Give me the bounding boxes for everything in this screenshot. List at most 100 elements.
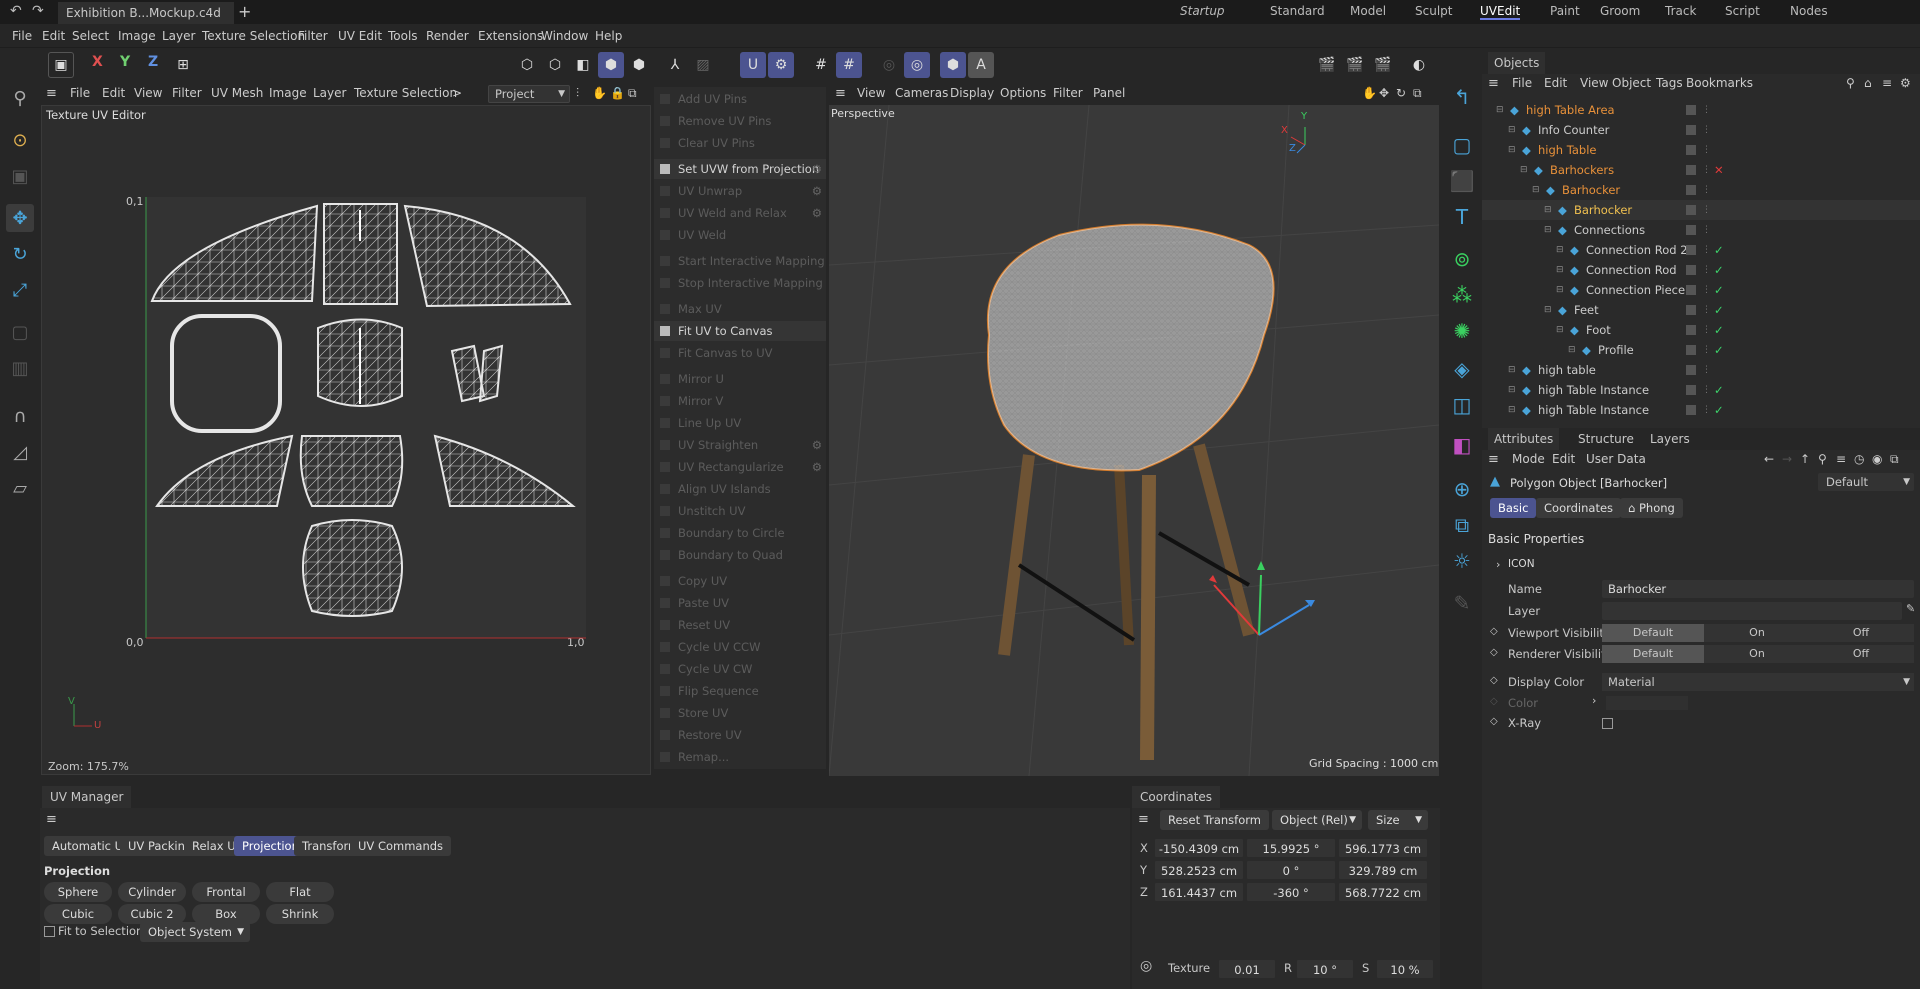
expand-icon[interactable]: ⊟ (1544, 200, 1552, 220)
gear-icon[interactable]: ⚙ (812, 159, 822, 179)
axis-z-lock[interactable]: Z (148, 54, 158, 70)
render-dots[interactable]: ⋮ (1702, 200, 1711, 220)
undo-icon[interactable]: ↶ (10, 3, 22, 19)
histogram-icon[interactable]: ⫶ (576, 86, 579, 101)
renderer-vis-on[interactable]: On (1706, 645, 1808, 663)
object-mode-icon[interactable]: ▣ (48, 52, 74, 78)
visibility-toggle[interactable] (1686, 385, 1696, 395)
object-name[interactable]: Barhocker (1562, 180, 1620, 200)
viewport-menu-view[interactable]: View (857, 86, 885, 100)
enabled-check-icon[interactable]: ✓ (1714, 280, 1724, 300)
menu-tools[interactable]: Tools (388, 29, 418, 43)
object-row-foot[interactable]: ⊟ ◆ Foot ⋮ ✓ (1482, 320, 1920, 340)
expand-icon[interactable]: ⊟ (1544, 300, 1552, 320)
position-z-field[interactable]: 161.4437 cm (1154, 882, 1244, 902)
home-icon[interactable]: ⌂ (1864, 76, 1872, 90)
sketch-icon[interactable]: ✎ (1447, 588, 1477, 618)
layout-paint[interactable]: Paint (1550, 4, 1580, 18)
expand-icon[interactable]: ⊟ (1556, 280, 1564, 300)
visibility-toggle[interactable] (1686, 405, 1696, 415)
menu-layer[interactable]: Layer (162, 29, 195, 43)
menu-help[interactable]: Help (595, 29, 622, 43)
objects-tab[interactable]: Objects (1488, 52, 1546, 74)
points-mode-icon[interactable]: ⬡ (514, 52, 540, 78)
viewport-menu-filter[interactable]: Filter (1053, 86, 1083, 100)
uv-manager-tab-uv-commands[interactable]: UV Commands (350, 836, 452, 856)
visibility-toggle[interactable] (1686, 205, 1696, 215)
layout-startup[interactable]: Startup (1180, 4, 1225, 18)
rotation-z-field[interactable]: -360 ° (1246, 882, 1336, 902)
plane-cut-icon[interactable]: ▱ (6, 474, 34, 502)
object-name[interactable]: Barhockers (1550, 160, 1614, 180)
menu-select[interactable]: Select (72, 29, 109, 43)
scene-icon[interactable]: ⊕ (1447, 474, 1477, 504)
hamburger-icon[interactable]: ≡ (835, 86, 846, 101)
menu-edit[interactable]: Edit (1552, 452, 1575, 466)
object-row-feet[interactable]: ⊟ ◆ Feet ⋮ ✓ (1482, 300, 1920, 320)
menu-filter[interactable]: Filter (298, 29, 328, 43)
layout-standard[interactable]: Standard (1270, 4, 1325, 18)
object-row-profile[interactable]: ⊟ ◆ Profile ⋮ ✓ (1482, 340, 1920, 360)
pan-icon[interactable]: ✋ (1362, 86, 1377, 100)
expand-icon[interactable]: › (1496, 558, 1500, 571)
cube-icon[interactable]: ⬛ (1447, 166, 1477, 196)
texture-field[interactable]: 0.01 (1218, 959, 1276, 979)
object-row-high-table-instance[interactable]: ⊟ ◆ high Table Instance ⋮ ✓ (1482, 380, 1920, 400)
enabled-check-icon[interactable]: ✓ (1714, 380, 1724, 400)
object-name[interactable]: Connection Rod 2 (1586, 240, 1688, 260)
fit-to-selection-checkbox[interactable] (44, 926, 55, 937)
undo-view-icon[interactable]: ↰ (1447, 82, 1477, 112)
expand-icon[interactable]: ⊟ (1532, 180, 1540, 200)
history-icon[interactable]: ◷ (1854, 452, 1864, 466)
visibility-toggle[interactable] (1686, 165, 1696, 175)
object-name[interactable]: high table (1538, 360, 1596, 380)
viewport-vis-on[interactable]: On (1706, 624, 1808, 642)
uv-menu-image[interactable]: Image (269, 86, 307, 100)
render-to-picture-viewer-icon[interactable]: 🎬 (1342, 52, 1368, 78)
uv-menu-texture-selection[interactable]: Texture Selection (354, 86, 457, 100)
pan-icon[interactable]: ✋ (592, 86, 607, 100)
3d-viewport[interactable]: Perspective Y X Z Grid Spacing : 1000 cm (829, 105, 1439, 776)
size-x-field[interactable]: 596.1773 cm (1338, 838, 1428, 858)
keyframe-icon[interactable]: ◇ (1490, 647, 1498, 658)
viewport-menu-options[interactable]: Options (1000, 86, 1046, 100)
reset-transform-button[interactable]: Reset Transform (1160, 810, 1269, 830)
subtab-coordinates[interactable]: Coordinates (1536, 498, 1622, 518)
menu-uv-edit[interactable]: UV Edit (338, 29, 382, 43)
xray-checkbox[interactable] (1602, 718, 1613, 729)
magnet-icon[interactable]: ∩ (6, 402, 34, 430)
keyframe-icon[interactable]: ◇ (1490, 675, 1498, 686)
tab-structure[interactable]: Structure (1578, 428, 1634, 450)
position-y-field[interactable]: 528.2523 cm (1154, 860, 1244, 880)
texture-mode-icon[interactable]: ◎ (1140, 958, 1152, 974)
system-select[interactable]: Object System ▼ (140, 922, 250, 942)
uv-grid-icon[interactable]: # (836, 52, 862, 78)
viewport-menu-display[interactable]: Display (950, 86, 994, 100)
coordinate-mode-select[interactable]: Object (Rel) ▼ (1272, 810, 1362, 830)
uv-points-mode-icon[interactable]: ⬢ (626, 52, 652, 78)
object-name[interactable]: Foot (1586, 320, 1611, 340)
viewport-menu-cameras[interactable]: Cameras (895, 86, 948, 100)
render-dots[interactable]: ⋮ (1702, 360, 1711, 380)
hamburger-icon[interactable]: ≡ (1138, 812, 1149, 827)
uv-menu-edit[interactable]: Edit (102, 86, 125, 100)
projection-shrink-button[interactable]: Shrink (266, 904, 334, 924)
deformer-icon[interactable]: ◈ (1447, 354, 1477, 384)
forward-icon[interactable]: → (1782, 452, 1792, 466)
object-row-connection-rod-2[interactable]: ⊟ ◆ Connection Rod 2 ⋮ ✓ (1482, 240, 1920, 260)
render-dots[interactable]: ⋮ (1702, 100, 1711, 120)
display-color-select[interactable]: Material ▼ (1602, 673, 1914, 691)
objects-menu-file[interactable]: File (1512, 76, 1532, 90)
object-name[interactable]: Connections (1574, 220, 1645, 240)
isolate-icon[interactable]: ⬢ (940, 52, 966, 78)
rotate-icon[interactable]: ↻ (6, 240, 34, 268)
object-row-connections[interactable]: ⊟ ◆ Connections ⋮ (1482, 220, 1920, 240)
render-dots[interactable]: ⋮ (1702, 320, 1711, 340)
uv-menu-uv-mesh[interactable]: UV Mesh (211, 86, 263, 100)
objects-menu-tags[interactable]: Tags (1656, 76, 1683, 90)
renderer-vis-off[interactable]: Off (1810, 645, 1912, 663)
projection-cubic-button[interactable]: Cubic (44, 904, 112, 924)
name-field[interactable]: Barhocker (1602, 580, 1914, 598)
filter-icon[interactable]: ≡ (1836, 452, 1846, 466)
knife-icon[interactable]: ◿ (6, 438, 34, 466)
